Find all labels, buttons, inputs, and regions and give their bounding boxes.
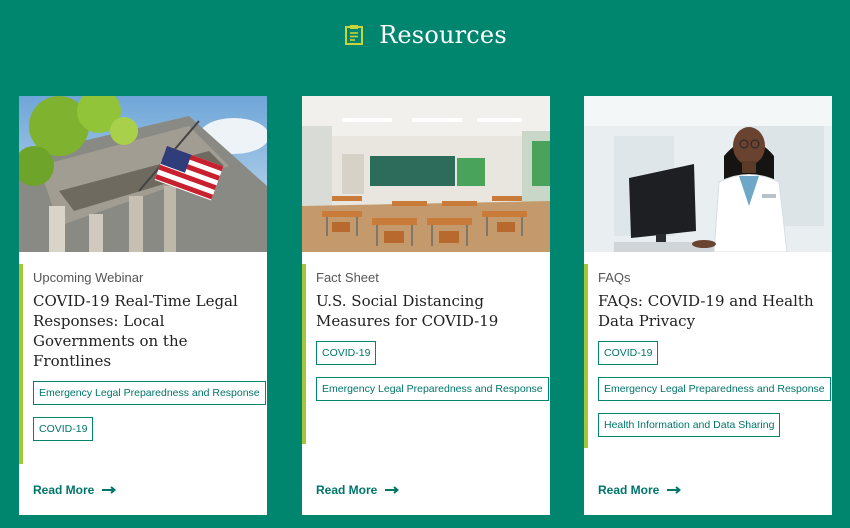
card-image-city-hall[interactable]: [19, 96, 267, 252]
resource-card[interactable]: Fact Sheet U.S. Social Distancing Measur…: [302, 96, 550, 515]
card-image-classroom[interactable]: [302, 96, 550, 252]
card-accent-bar: [584, 264, 588, 448]
arrow-right-icon: [385, 483, 400, 497]
tag-covid-19[interactable]: COVID-19: [33, 417, 94, 441]
read-more-label: Read More: [316, 483, 378, 497]
card-type: FAQs: [598, 270, 631, 285]
card-title[interactable]: COVID-19 Real-Time Legal Responses: Loca…: [33, 291, 255, 371]
card-type: Fact Sheet: [316, 270, 379, 285]
tag-emergency-legal[interactable]: Emergency Legal Preparedness and Respons…: [598, 377, 831, 401]
clipboard-icon: [343, 24, 365, 46]
tag-health-information[interactable]: Health Information and Data Sharing: [598, 413, 781, 437]
section-header: Resources: [0, 0, 850, 70]
read-more-label: Read More: [33, 483, 95, 497]
resource-card[interactable]: Upcoming Webinar COVID-19 Real-Time Lega…: [19, 96, 267, 515]
resource-card[interactable]: FAQs FAQs: COVID-19 and Health Data Priv…: [584, 96, 832, 515]
arrow-right-icon: [102, 483, 117, 497]
read-more-link[interactable]: Read More: [33, 483, 117, 497]
section-title: Resources: [379, 21, 507, 49]
card-title[interactable]: FAQs: COVID-19 and Health Data Privacy: [598, 291, 820, 331]
card-image-doctor[interactable]: [584, 96, 832, 252]
card-type: Upcoming Webinar: [33, 270, 144, 285]
card-title[interactable]: U.S. Social Distancing Measures for COVI…: [316, 291, 538, 331]
tag-emergency-legal[interactable]: Emergency Legal Preparedness and Respons…: [33, 381, 266, 405]
read-more-label: Read More: [598, 483, 660, 497]
tag-covid-19[interactable]: COVID-19: [598, 341, 659, 365]
read-more-link[interactable]: Read More: [598, 483, 682, 497]
read-more-link[interactable]: Read More: [316, 483, 400, 497]
card-accent-bar: [302, 264, 306, 444]
tag-emergency-legal[interactable]: Emergency Legal Preparedness and Respons…: [316, 377, 549, 401]
card-accent-bar: [19, 264, 23, 464]
arrow-right-icon: [667, 483, 682, 497]
tag-covid-19[interactable]: COVID-19: [316, 341, 377, 365]
